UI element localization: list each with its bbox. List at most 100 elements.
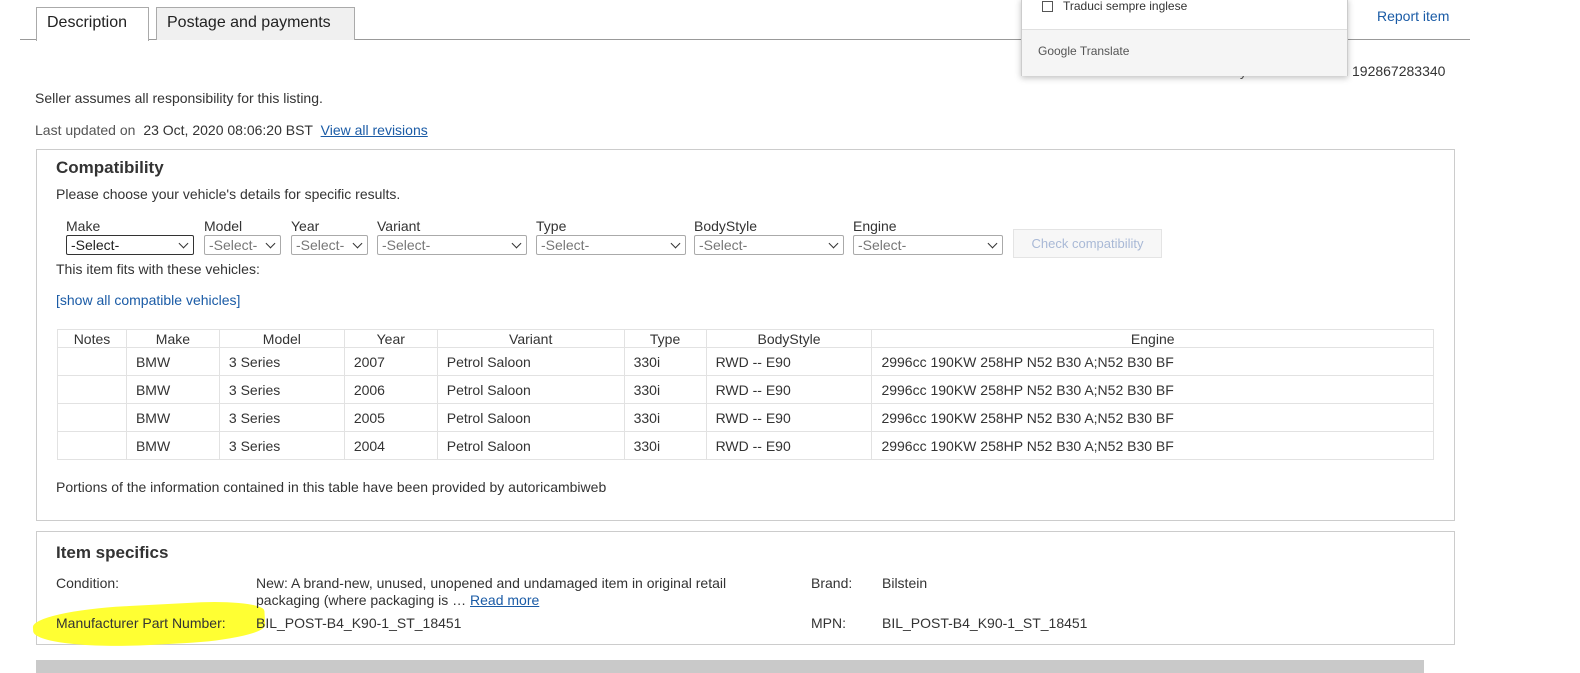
- mpn-label: MPN:: [811, 615, 846, 631]
- table-cell: 2996cc 190KW 258HP N52 B30 A;N52 B30 BF: [871, 375, 1434, 404]
- item-specifics-panel: Item specifics Condition: New: A brand-n…: [32, 531, 1455, 652]
- column-header: Model: [218, 329, 345, 348]
- table-cell: 2004: [343, 431, 438, 460]
- table-cell: BMW: [125, 347, 220, 376]
- compatibility-panel: Compatibility Please choose your vehicle…: [36, 149, 1455, 521]
- compatibility-hint: Please choose your vehicle's details for…: [56, 186, 401, 202]
- variant-label: Variant: [377, 218, 421, 234]
- table-cell: 2007: [343, 347, 438, 376]
- table-cell: RWD -- E90: [705, 375, 873, 404]
- table-cell: RWD -- E90: [705, 347, 873, 376]
- year-select[interactable]: -Select-: [291, 235, 368, 255]
- table-cell: Petrol Saloon: [436, 347, 625, 376]
- table-cell: [57, 375, 127, 404]
- engine-filter: Engine -Select-: [853, 218, 1003, 255]
- chevron-down-icon: [987, 238, 998, 248]
- bodystyle-select[interactable]: -Select-: [694, 235, 844, 255]
- table-cell: BMW: [125, 431, 220, 460]
- column-header: Type: [623, 329, 707, 348]
- chevron-down-icon: [511, 238, 522, 248]
- bodystyle-select-value: -Select-: [699, 237, 748, 253]
- table-cell: Petrol Saloon: [436, 431, 625, 460]
- chevron-down-icon: [265, 238, 276, 248]
- table-cell: 3 Series: [218, 347, 345, 376]
- image-gallery-strip: [36, 660, 1424, 673]
- item-specifics-title: Item specifics: [56, 543, 169, 562]
- seller-note: Seller assumes all responsibility for th…: [35, 90, 323, 106]
- table-cell: [57, 347, 127, 376]
- fits-text: This item fits with these vehicles:: [56, 261, 260, 277]
- show-all-compatible-vehicles-link[interactable]: [show all compatible vehicles]: [56, 292, 240, 308]
- type-select[interactable]: -Select-: [536, 235, 686, 255]
- make-select[interactable]: -Select-: [66, 235, 194, 255]
- google-translate-logo: Google Translate: [1038, 44, 1130, 58]
- model-select[interactable]: -Select-: [204, 235, 281, 255]
- view-all-revisions-link[interactable]: View all revisions: [321, 122, 428, 138]
- read-more-link[interactable]: Read more: [470, 592, 539, 608]
- column-header: Engine: [871, 329, 1434, 348]
- tab-postage-and-payments[interactable]: Postage and payments: [156, 7, 355, 40]
- table-cell: 330i: [623, 431, 707, 460]
- table-header-row: Notes Make Model Year Variant Type BodyS…: [57, 329, 1434, 348]
- report-item-link[interactable]: Report item: [1377, 8, 1449, 24]
- translate-always-option[interactable]: Traduci sempre inglese: [1042, 0, 1187, 13]
- translate-always-checkbox[interactable]: [1042, 0, 1053, 12]
- table-row: BMW 3 Series 2004 Petrol Saloon 330i RWD…: [57, 431, 1434, 460]
- bodystyle-label: BodyStyle: [694, 218, 758, 234]
- table-cell: RWD -- E90: [705, 431, 873, 460]
- table-cell: Petrol Saloon: [436, 375, 625, 404]
- column-header: Variant: [436, 329, 625, 348]
- year-select-value: -Select-: [296, 237, 345, 253]
- compatibility-title: Compatibility: [56, 158, 164, 177]
- table-cell: 330i: [623, 375, 707, 404]
- table-cell: 330i: [623, 403, 707, 432]
- manufacturer-part-number-label: Manufacturer Part Number:: [56, 615, 226, 631]
- model-select-value: -Select-: [209, 237, 258, 253]
- engine-select[interactable]: -Select-: [853, 235, 1003, 255]
- check-compatibility-button[interactable]: Check compatibility: [1013, 229, 1162, 258]
- table-cell: Petrol Saloon: [436, 403, 625, 432]
- compatible-vehicles-table: Notes Make Model Year Variant Type BodyS…: [57, 329, 1434, 460]
- table-cell: RWD -- E90: [705, 403, 873, 432]
- table-cell: 330i: [623, 347, 707, 376]
- table-footnote: Portions of the information contained in…: [56, 479, 607, 495]
- table-cell: 2996cc 190KW 258HP N52 B30 A;N52 B30 BF: [871, 347, 1434, 376]
- table-cell: [57, 403, 127, 432]
- make-select-value: -Select-: [71, 237, 120, 253]
- chevron-down-icon: [828, 238, 839, 248]
- type-label: Type: [536, 218, 567, 234]
- manufacturer-part-number-value: BIL_POST-B4_K90-1_ST_18451: [256, 615, 462, 631]
- table-row: BMW 3 Series 2007 Petrol Saloon 330i RWD…: [57, 347, 1434, 376]
- table-cell: 2006: [343, 375, 438, 404]
- model-label: Model: [204, 218, 243, 234]
- brand-value: Bilstein: [882, 575, 928, 591]
- type-select-value: -Select-: [541, 237, 590, 253]
- tab-description[interactable]: Description: [36, 7, 149, 41]
- variant-select-value: -Select-: [382, 237, 431, 253]
- make-filter: Make -Select-: [66, 218, 194, 255]
- column-header: Make: [125, 329, 220, 348]
- condition-label: Condition:: [56, 575, 120, 591]
- table-cell: 2005: [343, 403, 438, 432]
- type-filter: Type -Select-: [536, 218, 686, 255]
- column-header: BodyStyle: [705, 329, 873, 348]
- year-filter: Year -Select-: [291, 218, 368, 255]
- model-filter: Model -Select-: [204, 218, 281, 255]
- table-cell: 3 Series: [218, 375, 345, 404]
- engine-label: Engine: [853, 218, 897, 234]
- column-header: Year: [343, 329, 438, 348]
- table-cell: 3 Series: [218, 431, 345, 460]
- table-row: BMW 3 Series 2005 Petrol Saloon 330i RWD…: [57, 403, 1434, 432]
- translate-footer: Google Translate: [1022, 30, 1347, 76]
- bodystyle-filter: BodyStyle -Select-: [694, 218, 844, 255]
- table-cell: 2996cc 190KW 258HP N52 B30 A;N52 B30 BF: [871, 431, 1434, 460]
- chevron-down-icon: [670, 238, 681, 248]
- table-cell: [57, 431, 127, 460]
- variant-select[interactable]: -Select-: [377, 235, 527, 255]
- table-cell: 2996cc 190KW 258HP N52 B30 A;N52 B30 BF: [871, 403, 1434, 432]
- table-row: BMW 3 Series 2006 Petrol Saloon 330i RWD…: [57, 375, 1434, 404]
- make-label: Make: [66, 218, 101, 234]
- condition-value: New: A brand-new, unused, unopened and u…: [256, 575, 746, 609]
- mpn-value: BIL_POST-B4_K90-1_ST_18451: [882, 615, 1088, 631]
- column-header: Notes: [57, 329, 127, 348]
